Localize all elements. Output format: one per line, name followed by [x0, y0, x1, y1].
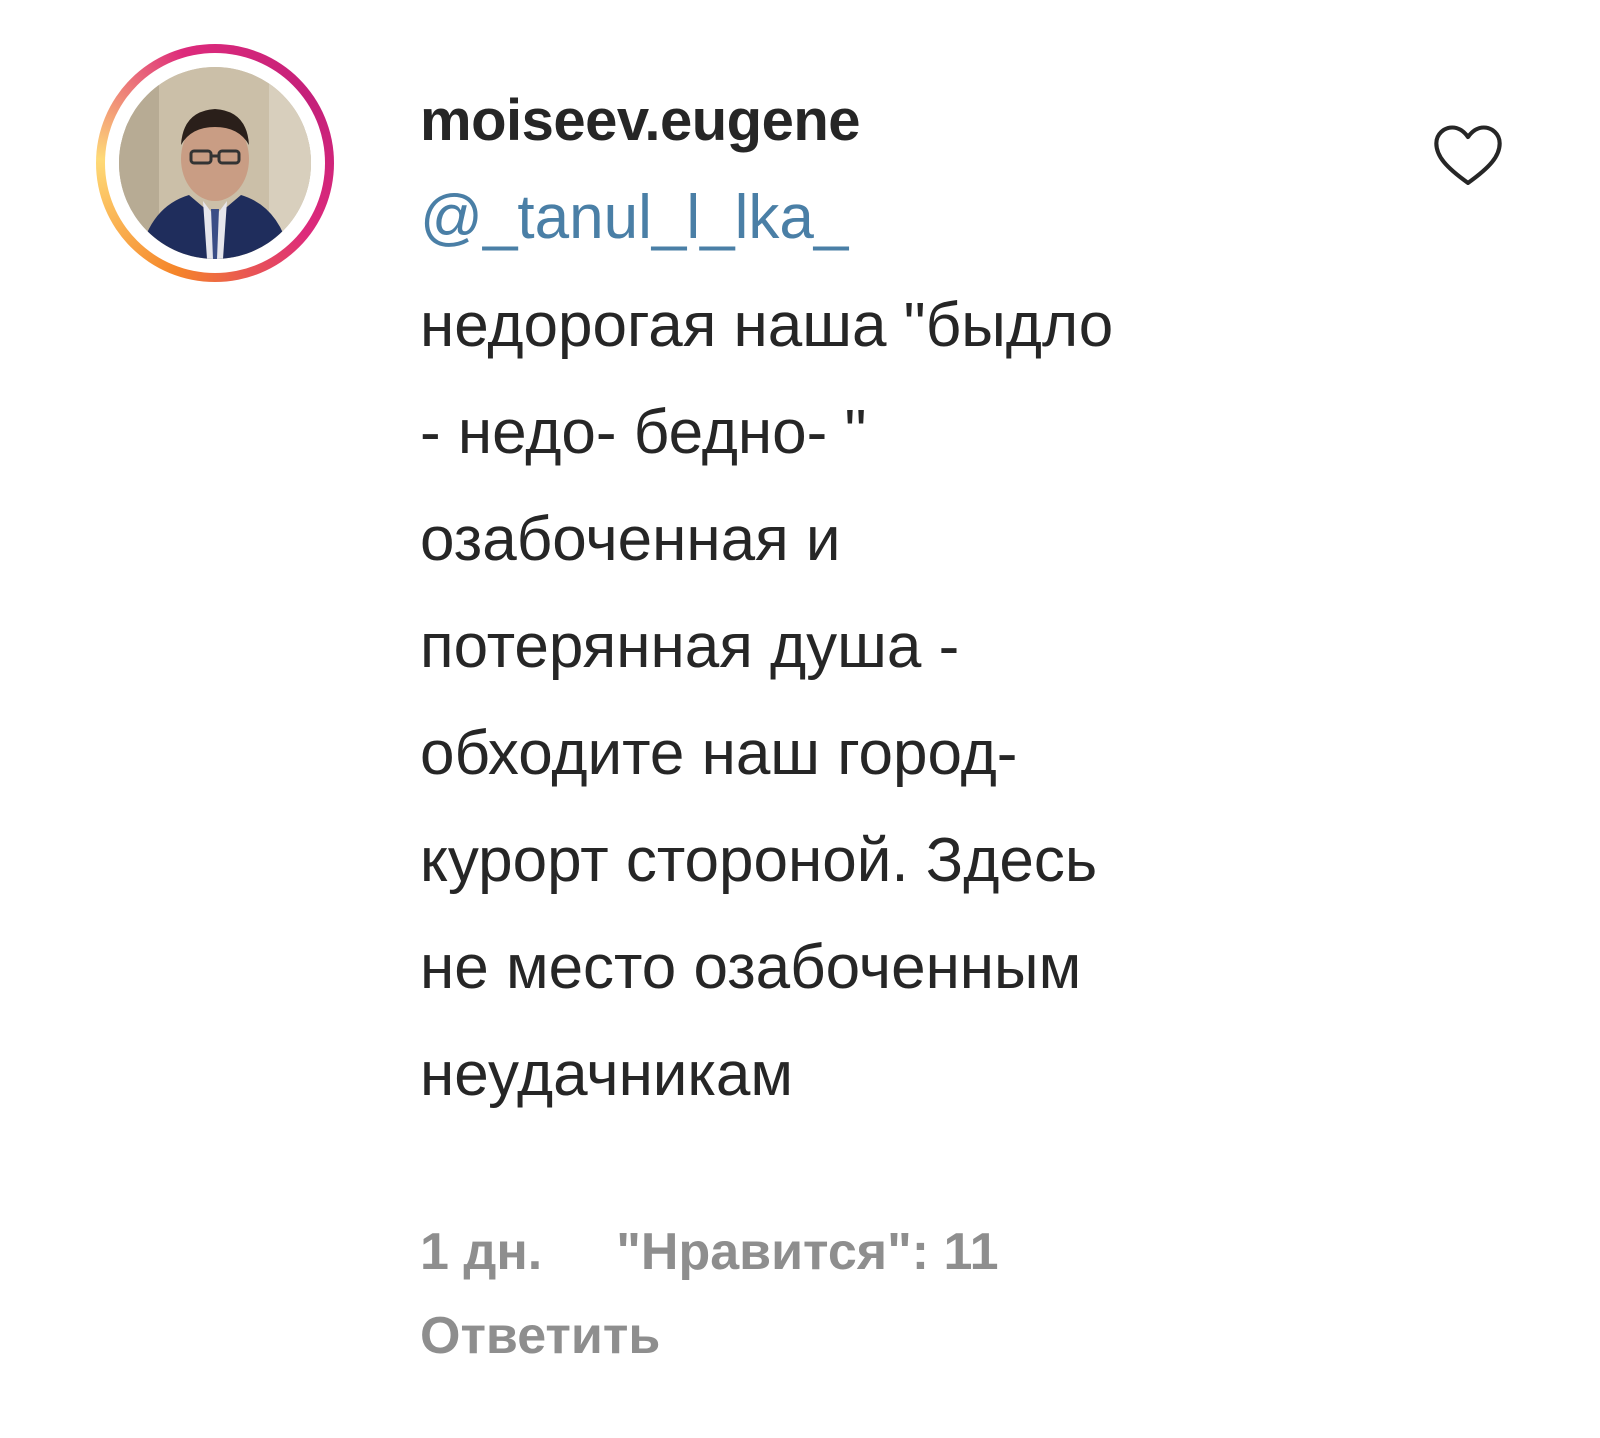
avatar[interactable] [119, 67, 311, 259]
comment-time[interactable]: 1 дн. [420, 1223, 542, 1281]
avatar-gap [105, 53, 325, 273]
comment-username[interactable]: moiseev.eugene [420, 84, 1420, 158]
comment-meta: 1 дн. "Нравится": 11 [420, 1212, 999, 1292]
story-ring[interactable] [96, 44, 334, 282]
comment-text: недорогая наша "быдло - недо- бедно- " о… [420, 291, 1114, 1109]
comment-like-count[interactable]: "Нравится": 11 [616, 1223, 998, 1281]
comment-mention-link[interactable]: @_tanul_l_lka_ [420, 164, 1420, 272]
comment-item: moiseev.eugene @_tanul_l_lka_ недорогая … [0, 0, 1600, 1438]
comment-content: moiseev.eugene @_tanul_l_lka_ недорогая … [420, 84, 1420, 1128]
reply-button[interactable]: Ответить [420, 1296, 660, 1376]
like-heart-icon[interactable] [1430, 118, 1506, 194]
